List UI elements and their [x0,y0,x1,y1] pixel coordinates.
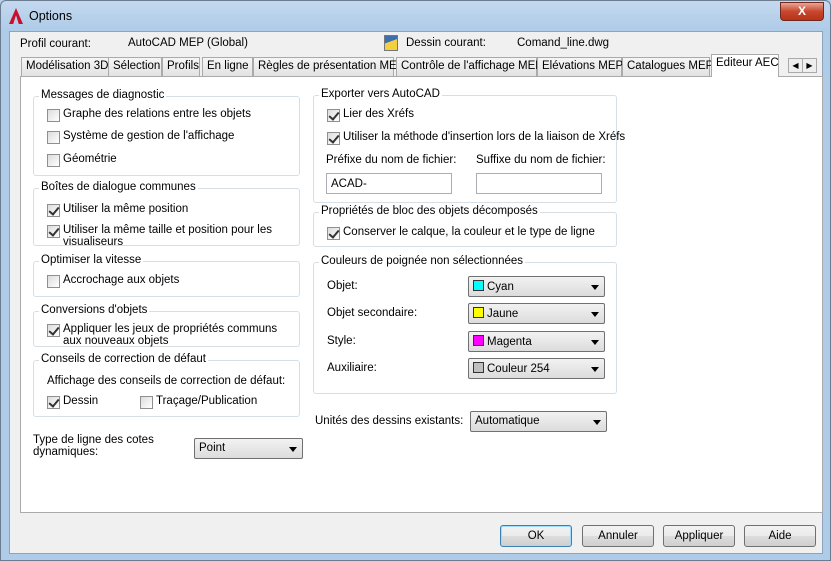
hint-drawing-checkbox[interactable] [47,396,60,409]
tab-scroll-left-button[interactable]: ◀ [788,58,803,73]
same-position-checkbox[interactable] [47,204,60,217]
same-position-label[interactable]: Utiliser la même position [63,203,188,215]
display-system-checkbox[interactable] [47,131,60,144]
ok-button[interactable]: OK [500,525,572,547]
grip-color-value: Couleur 254 [487,363,550,375]
profile-value: AutoCAD MEP (Global) [128,37,248,49]
apply-property-sets-checkbox[interactable] [47,324,60,337]
speed-group-title: Optimiser la vitesse [39,254,144,266]
same-size-viewers-checkbox[interactable] [47,225,60,238]
chevron-down-icon [591,312,599,317]
keep-layer-color-label[interactable]: Conserver le calque, la couleur et le ty… [343,226,613,238]
tab-2[interactable]: Profils [162,57,200,76]
prefix-input[interactable]: ACAD- [326,173,452,194]
link-xrefs-label[interactable]: Lier des Xréfs [343,108,414,120]
grip-label-0: Objet: [327,280,358,292]
apply-button[interactable]: Appliquer [663,525,735,547]
link-xrefs-checkbox[interactable] [327,109,340,122]
profile-label: Profil courant: [20,38,91,50]
drawing-label: Dessin courant: [406,37,486,49]
tab-7[interactable]: Catalogues MEP [622,57,713,76]
tab-3[interactable]: En ligne [202,57,253,76]
grip-colors-group-title: Couleurs de poignée non sélectionnées [319,255,526,267]
block-props-group-title: Propriétés de bloc des objets décomposés [319,205,540,217]
tab-1[interactable]: Sélection [108,57,162,76]
hint-drawing-label[interactable]: Dessin [63,395,98,407]
hint-plot-label[interactable]: Traçage/Publication [156,395,257,407]
cancel-button[interactable]: Annuler [582,525,654,547]
window-title: Options [29,9,73,23]
geometry-label[interactable]: Géométrie [63,153,117,165]
common-dialogs-group-title: Boîtes de dialogue communes [39,181,198,193]
linetype-select[interactable]: Point [194,438,303,459]
grip-color-value: Magenta [487,336,532,348]
grip-color-select-3[interactable]: Couleur 254 [468,358,605,379]
suffix-input[interactable] [476,173,602,194]
hints-sublabel: Affichage des conseils de correction de … [47,375,286,387]
keep-layer-color-checkbox[interactable] [327,227,340,240]
tab-5[interactable]: Contrôle de l'affichage MEP [396,57,543,76]
grip-label-3: Auxiliaire: [327,362,377,374]
insert-method-checkbox[interactable] [327,132,340,145]
grip-color-value: Jaune [487,308,519,320]
help-button[interactable]: Aide [744,525,816,547]
relations-graph-label[interactable]: Graphe des relations entre les objets [63,108,251,120]
chevron-down-icon [591,285,599,290]
insert-method-label[interactable]: Utiliser la méthode d'insertion lors de … [343,131,625,143]
grip-color-select-2[interactable]: Magenta [468,331,605,352]
diagnostic-group-title: Messages de diagnostic [39,89,167,101]
chevron-down-icon [593,420,601,425]
same-size-viewers-label[interactable]: Utiliser la même taille et position pour… [63,224,293,248]
tab-6[interactable]: Elévations MEP [537,57,623,76]
relations-graph-checkbox[interactable] [47,109,60,122]
color-swatch-icon [473,280,484,291]
export-group-title: Exporter vers AutoCAD [319,88,442,100]
close-button[interactable]: X [780,2,824,21]
geometry-checkbox[interactable] [47,154,60,167]
chevron-down-icon [289,447,297,452]
units-value: Automatique [475,415,540,427]
tab-0[interactable]: Modélisation 3D [21,57,109,76]
tab-4[interactable]: Règles de présentation MEP [253,57,404,76]
suffix-label: Suffixe du nom de fichier: [476,154,606,166]
drawing-icon [384,35,398,51]
prefix-label: Préfixe du nom de fichier: [326,154,457,166]
grip-color-select-1[interactable]: Jaune [468,303,605,324]
hints-group: Conseils de correction de défaut [33,353,300,417]
tab-scroll-right-button[interactable]: ▶ [802,58,817,73]
hint-plot-checkbox[interactable] [140,396,153,409]
units-select[interactable]: Automatique [470,411,607,432]
tab-8[interactable]: Editeur AEC [711,54,779,77]
grip-label-2: Style: [327,335,356,347]
display-system-label[interactable]: Système de gestion de l'affichage [63,130,234,142]
grip-label-1: Objet secondaire: [327,307,418,319]
apply-property-sets-label[interactable]: Appliquer les jeux de propriétés communs… [63,323,293,347]
object-snap-label[interactable]: Accrochage aux objets [63,274,179,286]
autocad-logo-icon [9,8,23,24]
grip-color-select-0[interactable]: Cyan [468,276,605,297]
linetype-value: Point [199,442,226,454]
object-snap-checkbox[interactable] [47,275,60,288]
conversions-group-title: Conversions d'objets [39,304,150,316]
hints-group-title: Conseils de correction de défaut [39,353,208,365]
color-swatch-icon [473,362,484,373]
chevron-down-icon [591,367,599,372]
linetype-label: Type de ligne des cotes dynamiques: [33,434,154,458]
drawing-value: Comand_line.dwg [517,37,610,49]
units-label: Unités des dessins existants: [315,415,464,427]
color-swatch-icon [473,335,484,346]
grip-color-value: Cyan [487,281,514,293]
chevron-down-icon [591,340,599,345]
color-swatch-icon [473,307,484,318]
